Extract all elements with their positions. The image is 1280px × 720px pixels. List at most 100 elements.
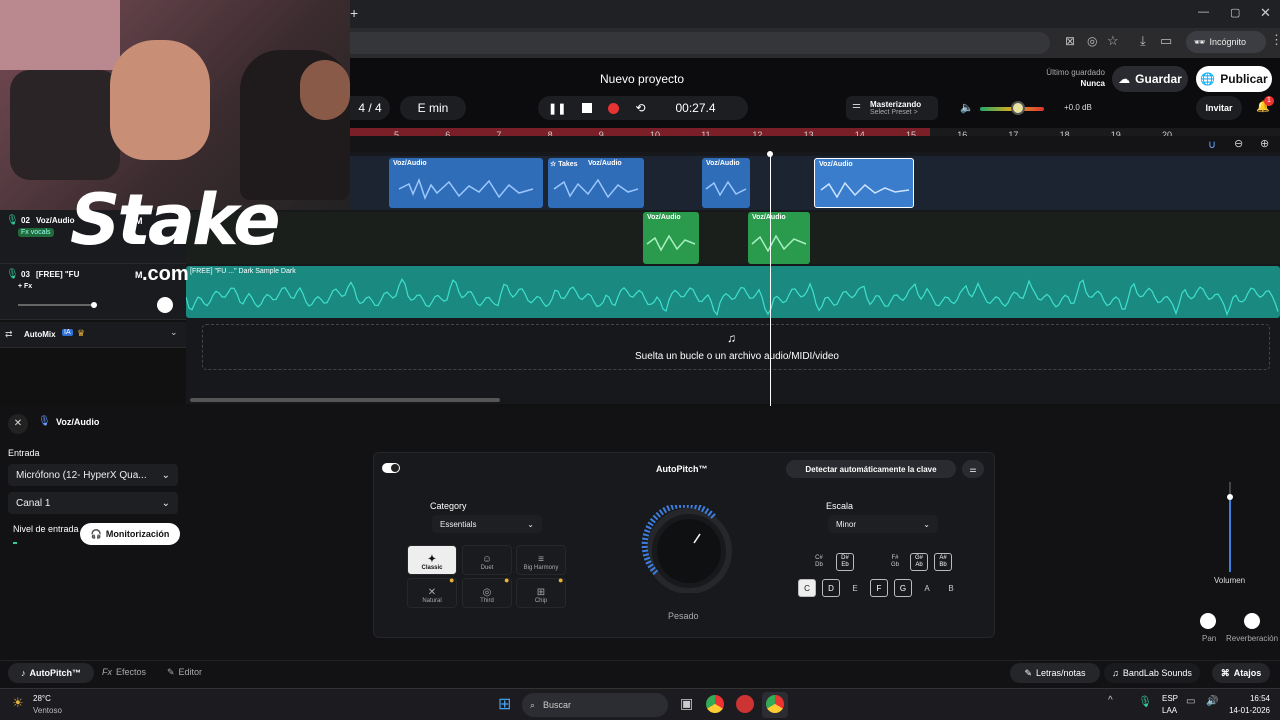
stop-icon[interactable] [582,103,593,113]
new-tab-button[interactable]: + [350,5,358,21]
drop-zone[interactable]: ♫ Suelta un bucle o un archivo audio/MID… [202,324,1270,370]
audio-clip-sample[interactable]: [FREE] "FU ..." Dark Sample Dark [186,266,1280,318]
audio-clip[interactable]: Voz/Audio [389,158,543,208]
key-button-sharp[interactable]: F# Gb [886,553,904,571]
hide-icon[interactable]: ◎ [1087,34,1097,48]
track-lane-2[interactable] [186,212,1280,264]
track-name[interactable]: Voz/Audio [36,216,75,225]
key-button-sharp[interactable]: G# Ab [910,553,928,571]
close-panel-icon[interactable]: ✕ [8,414,28,434]
key-button-natural[interactable]: F [870,579,888,597]
clock-time[interactable]: 16:54 [1240,694,1270,703]
network-icon[interactable]: ▭ [1186,696,1195,707]
taskbar-search[interactable]: ⌕ Buscar [522,693,668,717]
automix-icon: ⇄ [5,329,13,339]
weather-temp[interactable]: 28°C [33,694,51,703]
maximize-icon[interactable]: ▢ [1230,6,1240,19]
reverb-knob[interactable] [1244,613,1260,629]
browser-tabbar: + — ▢ ✕ [350,0,1280,28]
windows-start-icon[interactable]: ⊞ [498,694,511,714]
key-selector[interactable]: E min [400,96,466,120]
tab-autopitch[interactable]: ♪ AutoPitch™ [8,663,94,683]
record-icon[interactable] [608,102,620,114]
channel-select[interactable]: Canal 1 ⌄ [8,492,178,514]
master-volume-handle[interactable] [1011,101,1026,115]
key-button-natural[interactable]: G [894,579,912,597]
track-volume-handle[interactable] [91,302,97,308]
tab-editor[interactable]: ✎ Editor [167,667,202,678]
key-button-natural[interactable]: B [942,579,960,597]
input-level-label: Nivel de entrada [13,524,79,534]
incognito-badge[interactable]: 🕶 Incógnito [1186,31,1266,53]
chevron-up-icon[interactable]: ^ [1108,695,1113,706]
mic-icon[interactable]: 🎙 [1138,695,1152,708]
detect-key-button[interactable]: Detectar automáticamente la clave [786,460,956,478]
menu-icon[interactable]: ⋮ [1270,32,1280,48]
tab-effects[interactable]: Fx Efectos [102,667,146,677]
audio-clip-selected[interactable]: Voz/Audio [814,158,914,208]
pan-knob[interactable] [157,297,173,313]
playhead[interactable] [770,152,771,406]
pan-knob[interactable] [1200,613,1216,629]
stake-logo-suffix: .com [142,263,189,285]
taskview-icon[interactable]: ▣ [680,695,693,712]
key-button-natural[interactable]: A [918,579,936,597]
key-button-natural[interactable]: D [822,579,840,597]
playhead-handle[interactable] [767,151,773,157]
fx-badge[interactable]: Fx vocals [18,228,54,237]
lang-primary[interactable]: ESP [1162,694,1178,703]
zoom-out-icon[interactable]: ⊖ [1234,137,1243,150]
key-button-natural[interactable]: C [798,579,816,597]
minimize-icon[interactable]: — [1198,6,1209,18]
autopitch-toggle[interactable] [382,463,400,473]
audio-clip[interactable]: ☆ Takes Voz/Audio [548,158,644,208]
scale-select[interactable]: Minor ⌄ [828,515,938,533]
chrome-incognito-icon[interactable] [766,695,784,713]
volume-fader-handle[interactable] [1227,494,1233,500]
loop-icon[interactable]: ⟲ [635,101,645,115]
key-button-sharp[interactable]: C# Db [810,553,828,571]
close-window-icon[interactable]: ✕ [1260,5,1271,21]
pause-icon[interactable]: ❚❚ [548,102,566,115]
download-icon[interactable]: ⤓ [1140,33,1146,49]
settings-sliders-icon[interactable]: ⚌ [962,460,984,478]
sounds-button[interactable]: ♫ BandLab Sounds [1104,663,1200,683]
chevron-down-icon[interactable]: ⌄ [170,327,178,338]
zoom-in-icon[interactable]: ⊕ [1260,137,1269,150]
chevron-down-icon: ⌄ [161,469,170,481]
automix-row[interactable]: ⇄ AutoMix IA ♛ ⌄ [0,322,186,348]
extension-icon[interactable]: ⊠ [1065,34,1075,48]
category-duet[interactable]: ☺ Duet [462,545,512,575]
magnet-icon[interactable]: ∪ [1208,138,1216,151]
address-bar[interactable] [350,32,1050,54]
shortcuts-button[interactable]: ⌘ Atajos [1212,663,1270,683]
input-device-select[interactable]: Micrófono (12- HyperX Qua... ⌄ [8,464,178,486]
track-volume-slider[interactable] [18,304,94,306]
project-title[interactable]: Nuevo proyecto [600,72,684,86]
category-classic[interactable]: ✦ Classic [407,545,457,575]
bookmark-star-icon[interactable]: ☆ [1107,33,1119,49]
lyrics-button[interactable]: ✎ Letras/notas [1010,663,1100,683]
category-big-harmony[interactable]: ≡ Big Harmony [516,545,566,575]
key-button-sharp[interactable]: D# Eb [836,553,854,571]
publish-button[interactable]: 🌐 Publicar [1196,66,1272,92]
invite-button[interactable]: Invitar [1196,96,1242,120]
app-icon[interactable] [736,695,754,713]
audio-clip[interactable]: Voz/Audio [748,212,810,264]
ruler-tools: ∪ ⊖ ⊕ [350,136,1280,152]
monitor-button[interactable]: 🎧 Monitorización [80,523,180,545]
split-icon[interactable]: ▭ [1160,33,1172,49]
key-button-natural[interactable]: E [846,579,864,597]
audio-clip[interactable]: Voz/Audio [702,158,750,208]
key-button-sharp[interactable]: A# Bb [934,553,952,571]
track-name[interactable]: [FREE] "FU [36,270,79,279]
time-signature[interactable]: 4 / 4 [350,96,390,120]
category-select[interactable]: Essentials ⌄ [432,515,542,533]
speaker-icon[interactable]: 🔈 [960,101,974,114]
save-button[interactable]: ☁ Guardar [1112,66,1188,92]
chrome-icon[interactable] [706,695,724,713]
amount-knob[interactable] [632,505,746,593]
add-fx-button[interactable]: + Fx [18,283,32,290]
audio-clip[interactable]: Voz/Audio [643,212,699,264]
horizontal-scrollbar[interactable] [190,398,500,402]
